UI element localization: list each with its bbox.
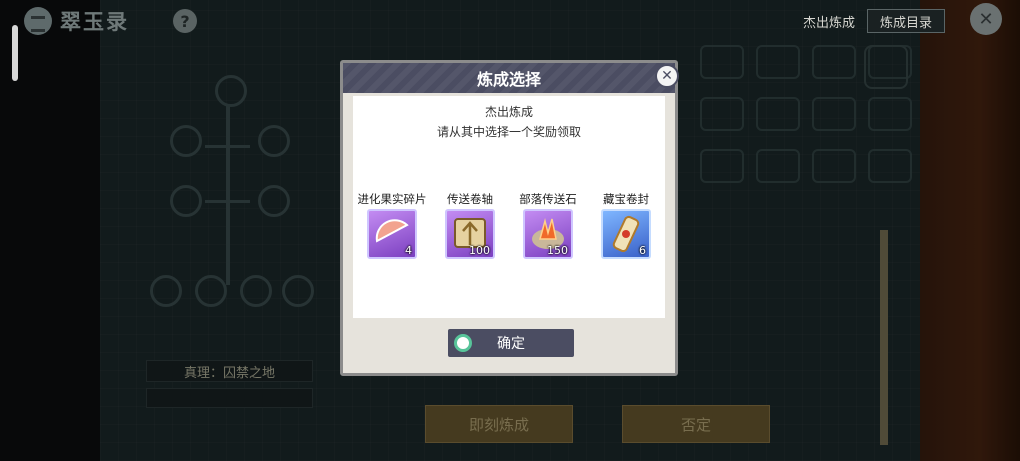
teleport-scroll-icon[interactable]: 100	[445, 209, 495, 259]
reward-name: 部落传送石	[519, 192, 577, 206]
reward-option[interactable]: 藏宝卷封 6	[587, 191, 665, 259]
dialog-close-icon[interactable]: ✕	[655, 64, 679, 88]
help-button[interactable]: ?	[173, 9, 197, 33]
outstanding-label: 杰出炼成	[803, 16, 856, 31]
tribe-stone-icon[interactable]: 150	[523, 209, 573, 259]
reward-option[interactable]: 传送卷轴 100	[431, 191, 509, 259]
fruit-fragment-icon[interactable]: 4	[367, 209, 417, 259]
app-title: 翠玉录	[60, 10, 129, 34]
reward-count: 6	[639, 244, 646, 257]
close-icon[interactable]: ✕	[970, 3, 1002, 35]
side-handle[interactable]	[12, 25, 18, 81]
app-logo: 翠玉录	[24, 6, 129, 36]
reward-name: 传送卷轴	[447, 192, 493, 206]
treasure-scroll-icon[interactable]: 6	[601, 209, 651, 259]
reward-option[interactable]: 进化果实碎片 4	[353, 191, 431, 259]
reward-option[interactable]: 部落传送石 150	[509, 191, 587, 259]
dialog-instruction: 请从其中选择一个奖励领取	[436, 125, 581, 139]
dialog-title: 炼成选择	[343, 63, 675, 93]
reward-count: 4	[405, 244, 412, 257]
confirm-button[interactable]: 确定	[448, 329, 574, 357]
game-scene: 真理：囚禁之地 即刻炼成 否定 翠玉录 ? 杰出炼成 炼成目录 ✕ 炼成选择 ✕…	[0, 0, 1020, 461]
craft-choice-dialog: 炼成选择 ✕ 杰出炼成 请从其中选择一个奖励领取 进化果实碎片 4 传送卷轴 1…	[340, 60, 679, 376]
dialog-heading: 杰出炼成	[484, 105, 533, 119]
emerald-tablet-icon	[24, 7, 52, 35]
reward-count: 100	[469, 244, 490, 257]
dialog-body: 杰出炼成 请从其中选择一个奖励领取 进化果实碎片 4 传送卷轴 100 部落传送…	[353, 96, 665, 318]
catalog-button[interactable]: 炼成目录	[867, 9, 945, 33]
reward-name: 藏宝卷封	[603, 192, 649, 206]
confirm-label: 确定	[497, 336, 525, 352]
reward-name: 进化果实碎片	[357, 192, 427, 206]
reward-count: 150	[547, 244, 568, 257]
confirm-radio-icon	[454, 334, 472, 352]
